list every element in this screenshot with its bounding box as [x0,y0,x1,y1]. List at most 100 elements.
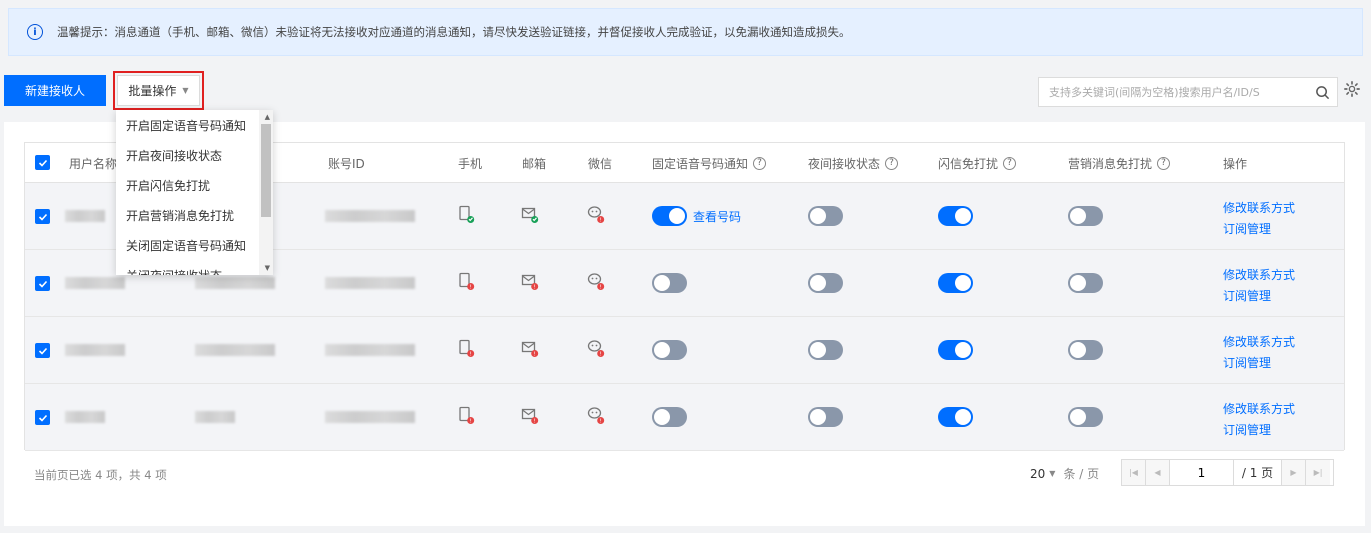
redacted-username [65,210,105,222]
search-icon[interactable] [1307,78,1337,106]
subscription-link[interactable]: 订阅管理 [1223,354,1295,371]
subscription-link[interactable]: 订阅管理 [1223,421,1295,438]
flash-dnd-toggle[interactable] [938,273,973,293]
marketing-dnd-toggle[interactable] [1068,407,1103,427]
row-checkbox[interactable] [35,343,50,358]
help-icon[interactable]: ? [885,156,899,170]
notice-banner: i 温馨提示：消息通道（手机、邮箱、微信）未验证将无法接收对应通道的消息通知，请… [8,8,1363,56]
redacted-account-id [325,411,415,423]
edit-contact-link[interactable]: 修改联系方式 [1223,199,1295,216]
svg-text:!: ! [534,351,536,357]
page-number-input[interactable] [1170,460,1234,485]
batch-operation-button[interactable]: 批量操作 ▼ [117,75,200,106]
email-unverified-icon: ! [521,339,541,359]
search-box [1038,77,1338,107]
menu-item[interactable]: 开启夜间接收状态 [116,140,273,170]
menu-item[interactable]: 关闭夜间接收状态 [116,260,273,276]
menu-scrollbar[interactable]: ▲ ▼ [259,110,273,275]
email-verified-icon [521,205,541,225]
night-receive-toggle[interactable] [808,206,843,226]
scroll-up-icon[interactable]: ▲ [265,113,270,121]
table-row: !!! 修改联系方式 订阅管理 [25,384,1344,451]
help-icon[interactable]: ? [1157,156,1171,170]
edit-contact-link[interactable]: 修改联系方式 [1223,333,1295,350]
col-night: 夜间接收状态? [808,143,899,183]
gear-icon[interactable] [1343,80,1361,98]
col-voice: 固定语音号码通知? [652,143,767,183]
svg-text:!: ! [600,351,602,357]
search-input[interactable] [1039,78,1307,106]
night-receive-toggle[interactable] [808,340,843,360]
page-size-select[interactable]: 20 ▼ 条 / 页 [1030,465,1099,482]
email-unverified-icon: ! [521,406,541,426]
first-page-icon[interactable]: |◀ [1122,460,1146,485]
svg-text:!: ! [600,418,602,424]
row-actions: 修改联系方式 订阅管理 [1223,266,1295,304]
night-receive-toggle[interactable] [808,273,843,293]
table-row: !!! 修改联系方式 订阅管理 [25,317,1344,384]
batch-operation-label: 批量操作 [128,84,177,98]
scroll-thumb[interactable] [261,124,271,217]
subscription-link[interactable]: 订阅管理 [1223,287,1295,304]
row-checkbox[interactable] [35,410,50,425]
svg-text:!: ! [470,284,472,290]
scroll-down-icon[interactable]: ▼ [265,264,270,272]
redacted-username [65,344,125,356]
col-username: 用户名称 [69,156,118,171]
svg-text:!: ! [470,418,472,424]
flash-dnd-toggle[interactable] [938,340,973,360]
row-checkbox[interactable] [35,209,50,224]
help-icon[interactable]: ? [753,156,767,170]
col-account-id: 账号ID [328,156,365,171]
last-page-icon[interactable]: ▶| [1306,460,1330,485]
menu-item[interactable]: 开启营销消息免打扰 [116,200,273,230]
select-all-checkbox[interactable] [35,155,50,170]
col-voice-label: 固定语音号码通知 [652,156,749,171]
voice-notify-toggle[interactable] [652,206,687,226]
col-phone: 手机 [458,156,483,171]
menu-list: 开启固定语音号码通知 开启夜间接收状态 开启闪信免打扰 开启营销消息免打扰 关闭固定语音… [116,110,273,276]
edit-contact-link[interactable]: 修改联系方式 [1223,266,1295,283]
row-checkbox[interactable] [35,276,50,291]
pagination: |◀ ◀ / 1 页 ▶ ▶| [1121,459,1334,486]
phone-unverified-icon: ! [457,272,477,292]
voice-notify-toggle[interactable] [652,273,687,293]
subscription-link[interactable]: 订阅管理 [1223,220,1295,237]
prev-page-icon[interactable]: ◀ [1146,460,1170,485]
batch-operation-menu: 开启固定语音号码通知 开启夜间接收状态 开启闪信免打扰 开启营销消息免打扰 关闭固定语音… [116,110,273,275]
marketing-dnd-toggle[interactable] [1068,273,1103,293]
svg-text:!: ! [600,217,602,223]
next-page-icon[interactable]: ▶ [1282,460,1306,485]
voice-notify-toggle[interactable] [652,407,687,427]
view-number-link[interactable]: 查看号码 [693,208,741,225]
caret-down-icon: ▼ [182,86,189,95]
new-recipient-button[interactable]: 新建接收人 [4,75,106,106]
redacted-account-id [325,210,415,222]
svg-text:!: ! [600,284,602,290]
wechat-unverified-icon: ! [587,406,607,426]
redacted-account-id [325,344,415,356]
col-email: 邮箱 [522,156,547,171]
menu-item[interactable]: 关闭固定语音号码通知 [116,230,273,260]
caret-down-icon: ▼ [1049,469,1056,478]
voice-notify-toggle[interactable] [652,340,687,360]
col-night-label: 夜间接收状态 [808,156,881,171]
marketing-dnd-toggle[interactable] [1068,206,1103,226]
col-marketing: 营销消息免打扰? [1068,143,1171,183]
row-actions: 修改联系方式 订阅管理 [1223,333,1295,371]
info-icon: i [27,24,43,40]
svg-text:!: ! [470,351,472,357]
night-receive-toggle[interactable] [808,407,843,427]
flash-dnd-toggle[interactable] [938,407,973,427]
flash-dnd-toggle[interactable] [938,206,973,226]
marketing-dnd-toggle[interactable] [1068,340,1103,360]
col-wechat: 微信 [588,156,613,171]
edit-contact-link[interactable]: 修改联系方式 [1223,400,1295,417]
col-flash-label: 闪信免打扰 [938,156,999,171]
redacted-username [65,277,125,289]
col-marketing-label: 营销消息免打扰 [1068,156,1153,171]
svg-text:!: ! [534,284,536,290]
menu-item[interactable]: 开启固定语音号码通知 [116,110,273,140]
menu-item[interactable]: 开启闪信免打扰 [116,170,273,200]
help-icon[interactable]: ? [1003,156,1017,170]
